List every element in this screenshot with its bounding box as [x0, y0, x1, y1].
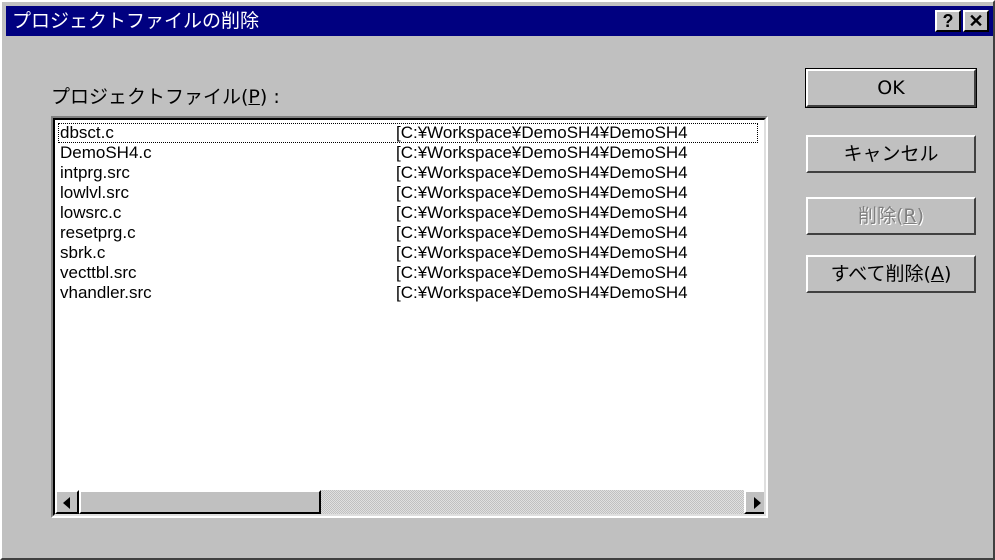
file-path: [C:¥Workspace¥DemoSH4¥DemoSH4 — [396, 263, 688, 282]
horizontal-scrollbar[interactable] — [55, 490, 764, 514]
help-button[interactable]: ? — [935, 10, 961, 32]
cancel-button[interactable]: キャンセル — [806, 135, 976, 173]
list-item[interactable]: DemoSH4.c [C:¥Workspace¥DemoSH4¥DemoSH4 — [58, 143, 764, 163]
file-path: [C:¥Workspace¥DemoSH4¥DemoSH4 — [396, 183, 688, 202]
file-path: [C:¥Workspace¥DemoSH4¥DemoSH4 — [396, 123, 688, 142]
delete-all-button[interactable]: すべて削除(A) — [806, 255, 976, 293]
dialog-window: プロジェクトファイルの削除 ? ✕ プロジェクトファイル(P) : dbsct.… — [0, 0, 995, 560]
list-item[interactable]: intprg.src [C:¥Workspace¥DemoSH4¥DemoSH4 — [58, 163, 764, 183]
list-item[interactable]: sbrk.c [C:¥Workspace¥DemoSH4¥DemoSH4 — [58, 243, 764, 263]
ok-button[interactable]: OK — [805, 68, 977, 108]
right-arrow-icon — [754, 497, 761, 509]
list-item[interactable]: dbsct.c [C:¥Workspace¥DemoSH4¥DemoSH4 — [58, 123, 758, 143]
project-files-list[interactable]: dbsct.c [C:¥Workspace¥DemoSH4¥DemoSH4 Demo… — [51, 116, 768, 518]
close-button[interactable]: ✕ — [963, 10, 989, 32]
file-path: [C:¥Workspace¥DemoSH4¥DemoSH4 — [396, 283, 688, 302]
file-path: [C:¥Workspace¥DemoSH4¥DemoSH4 — [396, 203, 688, 222]
file-name: dbsct.c — [60, 123, 114, 142]
file-path: [C:¥Workspace¥DemoSH4¥DemoSH4 — [396, 143, 688, 162]
scroll-left-button[interactable] — [55, 490, 79, 514]
scrollbar-thumb[interactable] — [79, 490, 321, 514]
file-name: intprg.src — [60, 163, 130, 182]
list-item[interactable]: lowlvl.src [C:¥Workspace¥DemoSH4¥DemoSH4 — [58, 183, 764, 203]
help-icon: ? — [942, 11, 954, 31]
file-name: sbrk.c — [60, 243, 106, 262]
file-path: [C:¥Workspace¥DemoSH4¥DemoSH4 — [396, 243, 688, 262]
project-files-label: プロジェクトファイル(P) : — [51, 86, 280, 108]
close-icon: ✕ — [968, 11, 984, 31]
file-name: lowsrc.c — [60, 203, 122, 222]
file-name: lowlvl.src — [60, 183, 129, 202]
list-item[interactable]: vhandler.src [C:¥Workspace¥DemoSH4¥DemoSH… — [58, 283, 764, 303]
file-name: vhandler.src — [60, 283, 152, 302]
list-item[interactable]: resetprg.c [C:¥Workspace¥DemoSH4¥DemoSH4 — [58, 223, 764, 243]
window-title: プロジェクトファイルの削除 — [12, 10, 260, 32]
file-path: [C:¥Workspace¥DemoSH4¥DemoSH4 — [396, 163, 688, 182]
delete-button[interactable]: 削除(R) — [806, 197, 976, 235]
list-item[interactable]: lowsrc.c [C:¥Workspace¥DemoSH4¥DemoSH4 — [58, 203, 764, 223]
title-bar[interactable]: プロジェクトファイルの削除 ? ✕ — [6, 6, 993, 36]
file-name: DemoSH4.c — [60, 143, 152, 162]
file-name: resetprg.c — [60, 223, 136, 242]
file-name: vecttbl.src — [60, 263, 137, 282]
list-rows: dbsct.c [C:¥Workspace¥DemoSH4¥DemoSH4 Demo… — [58, 123, 764, 303]
list-item[interactable]: vecttbl.src [C:¥Workspace¥DemoSH4¥DemoSH4 — [58, 263, 764, 283]
left-arrow-icon — [63, 497, 70, 509]
scroll-right-button[interactable] — [744, 490, 764, 514]
file-path: [C:¥Workspace¥DemoSH4¥DemoSH4 — [396, 223, 688, 242]
